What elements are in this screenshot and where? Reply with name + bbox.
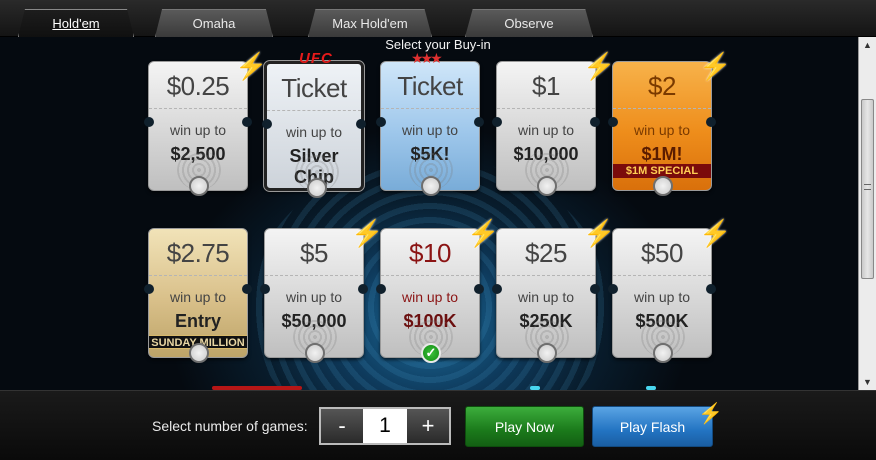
ticket-radio[interactable]	[305, 343, 325, 363]
ticket-price: $5	[300, 238, 328, 268]
buyin-ticket-10[interactable]: $10 win up to $100K ✓ ⚡	[376, 220, 499, 363]
ticket-price: $2.75	[166, 238, 230, 268]
ticket-price: $2	[648, 71, 676, 101]
ticket-price: Ticket	[397, 71, 463, 101]
ticket-win-label: win up to	[633, 122, 691, 138]
tab-max-holdem[interactable]: Max Hold'em	[308, 9, 432, 37]
ticket-win-label: win up to	[633, 289, 691, 305]
play-flash-button[interactable]: Play Flash	[592, 406, 713, 447]
arrow-down-icon[interactable]: ▼	[859, 374, 876, 390]
scroll-thumb[interactable]	[861, 99, 874, 279]
lightning-bolt-icon: ⚡	[699, 51, 732, 81]
ticket-radio[interactable]	[307, 178, 327, 198]
ticket-win-label: win up to	[517, 289, 575, 305]
ticket-win-label: win up to	[517, 122, 575, 138]
ticket-win-label: win up to	[401, 122, 459, 138]
arrow-up-icon[interactable]: ▲	[859, 37, 876, 53]
ticket-win-label: win up to	[285, 289, 343, 305]
game-tabs: Hold'em Omaha Max Hold'em Observe	[0, 0, 876, 37]
ticket-radio[interactable]	[537, 343, 557, 363]
ticket-win-label: win up to	[169, 122, 227, 138]
ticket-win-label: win up to	[285, 124, 343, 140]
ticket-win-label: win up to	[169, 289, 227, 305]
lightning-bolt-icon: ⚡	[698, 403, 723, 425]
spin-and-go-lobby: Hold'em Omaha Max Hold'em Observe Select…	[0, 0, 876, 460]
ticket-prize: Entry	[174, 311, 221, 331]
buyin-ticket-50[interactable]: $50 win up to $500K ⚡	[608, 220, 731, 363]
tab-holdem[interactable]: Hold'em	[18, 9, 134, 37]
lightning-bolt-icon: ⚡	[467, 218, 500, 248]
ticket-price: Ticket	[281, 73, 347, 103]
buyin-ticket-5k[interactable]: ★★★ Ticket win up to $5K!	[376, 50, 484, 196]
ticket-radio[interactable]	[421, 176, 441, 196]
bottom-bar: Select number of games: - 1 + Play Now P…	[0, 390, 876, 460]
ticket-price: $1	[532, 71, 560, 101]
lightning-bolt-icon: ⚡	[699, 218, 732, 248]
ticket-prize: $1M!	[641, 144, 683, 164]
games-quantity-field[interactable]: 1	[363, 409, 407, 443]
ticket-price: $50	[641, 238, 683, 268]
tab-omaha[interactable]: Omaha	[155, 9, 273, 37]
buyin-title: Select your Buy-in	[385, 37, 491, 52]
games-count-label: Select number of games:	[152, 418, 308, 434]
ticket-radio[interactable]	[537, 176, 557, 196]
buyin-ticket-1[interactable]: $1 win up to $10,000 ⚡	[492, 53, 615, 196]
buyin-ticket-0-25[interactable]: $0.25 win up to $2,500 ⚡	[144, 53, 267, 196]
buyin-ticket-25[interactable]: $25 win up to $250K ⚡	[492, 220, 615, 363]
lightning-bolt-icon: ⚡	[583, 218, 616, 248]
play-now-button[interactable]: Play Now	[465, 406, 584, 447]
ticket-price: $0.25	[166, 71, 230, 101]
ticket-price: $25	[525, 238, 567, 268]
increment-button[interactable]: +	[407, 409, 449, 443]
buyin-ticket-ufc[interactable]: UFC Ticket win up to Silver Chip	[262, 50, 366, 198]
buyin-ticket-2[interactable]: $2 win up to $1M! $1M SPECIAL ⚡	[608, 53, 731, 196]
checkmark-icon[interactable]: ✓	[421, 343, 441, 363]
buyin-panel: Select your Buy-in $0.25 win up to $2,50…	[0, 37, 858, 390]
decrement-button[interactable]: -	[321, 409, 363, 443]
ticket-price: $10	[409, 238, 451, 268]
grip-icon	[864, 184, 871, 190]
vertical-scrollbar[interactable]: ▲ ▼	[858, 37, 876, 390]
games-quantity-stepper: - 1 +	[319, 407, 451, 445]
lightning-bolt-icon: ⚡	[583, 51, 616, 81]
tab-observe[interactable]: Observe	[465, 9, 593, 37]
buyin-ticket-5[interactable]: $5 win up to $50,000 ⚡	[260, 220, 383, 363]
lightning-bolt-icon: ⚡	[351, 218, 384, 248]
ticket-win-label: win up to	[401, 289, 459, 305]
lightning-bolt-icon: ⚡	[235, 51, 268, 81]
ticket-radio[interactable]	[189, 343, 209, 363]
ticket-radio[interactable]	[653, 176, 673, 196]
buyin-ticket-2-75[interactable]: $2.75 win up to Entry SUNDAY MILLION	[144, 228, 252, 363]
ticket-radio[interactable]	[189, 176, 209, 196]
ticket-radio[interactable]	[653, 343, 673, 363]
